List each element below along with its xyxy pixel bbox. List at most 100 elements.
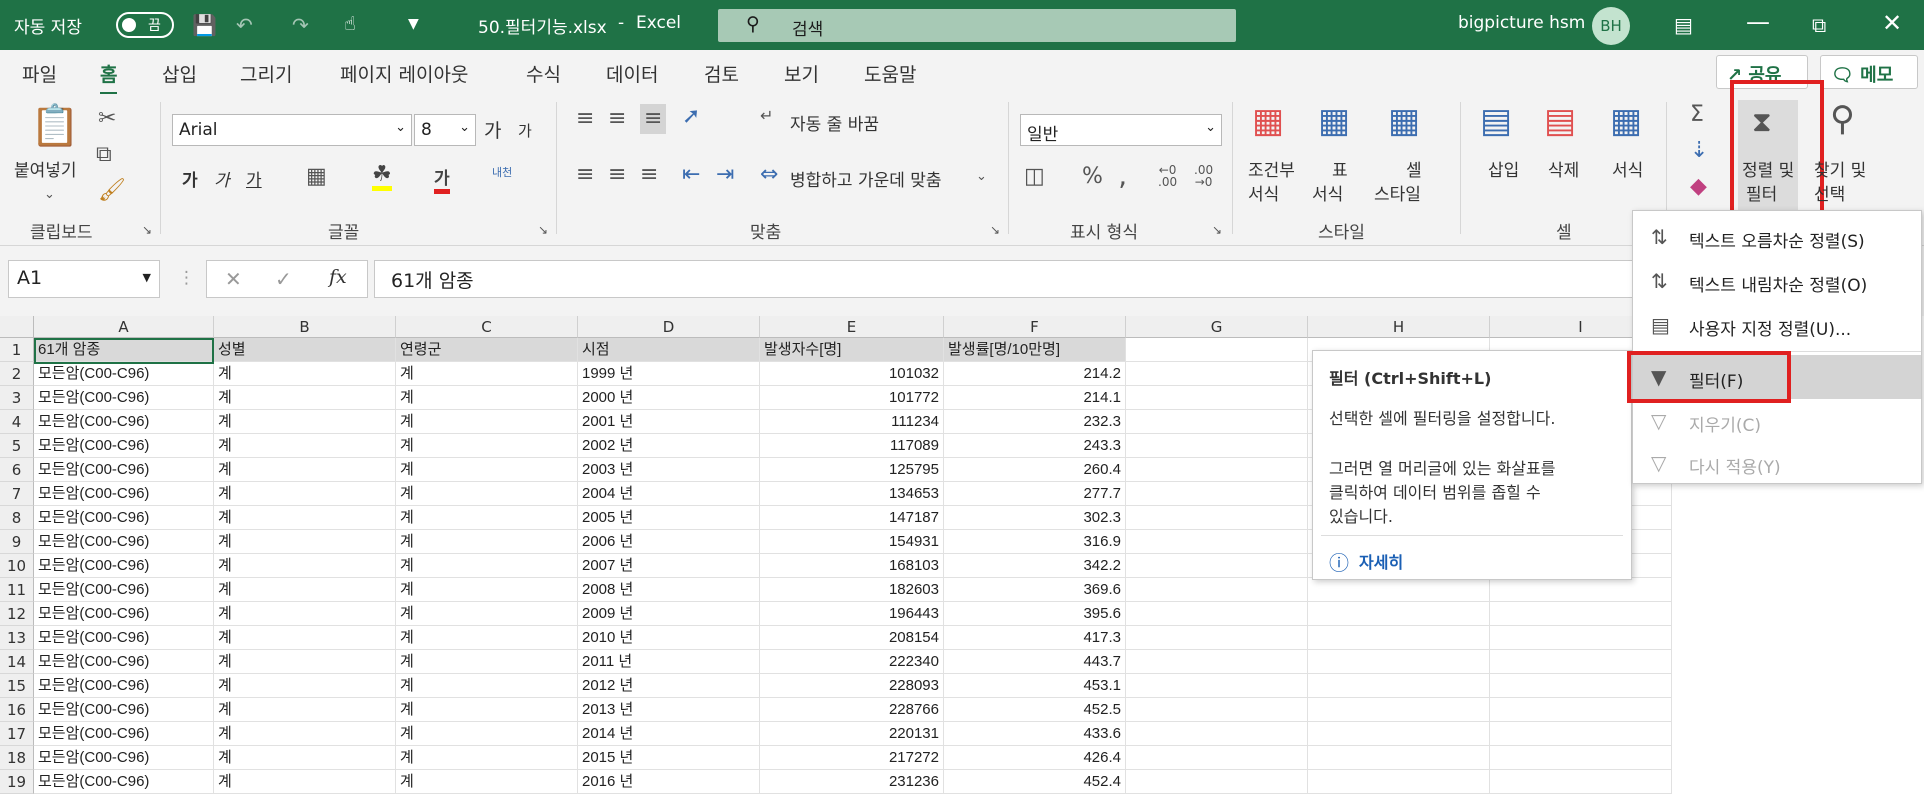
decrease-decimal-icon[interactable]: .00 →0 bbox=[1194, 164, 1213, 188]
table-cell[interactable]: 369.6 bbox=[944, 578, 1126, 602]
header-cell[interactable] bbox=[1126, 338, 1308, 362]
table-cell[interactable]: 계 bbox=[214, 386, 396, 410]
table-cell[interactable]: 452.5 bbox=[944, 698, 1126, 722]
table-cell[interactable]: 125795 bbox=[760, 458, 944, 482]
table-cell[interactable] bbox=[1490, 674, 1672, 698]
custom-sort-item[interactable]: ▤ 사용자 지정 정렬(U)... bbox=[1633, 303, 1921, 347]
row-header[interactable]: 17 bbox=[0, 722, 34, 746]
autosave-toggle[interactable]: 끔 bbox=[116, 12, 174, 38]
table-cell[interactable] bbox=[1490, 578, 1672, 602]
table-cell[interactable]: 모든암(C00-C96) bbox=[34, 362, 214, 386]
cell-styles-icon[interactable]: ▦ bbox=[1388, 104, 1420, 138]
table-cell[interactable]: 모든암(C00-C96) bbox=[34, 770, 214, 794]
search-box[interactable]: ⚲ 검색 bbox=[718, 9, 1236, 42]
tab-insert[interactable]: 삽입 bbox=[162, 60, 197, 87]
table-cell[interactable]: 426.4 bbox=[944, 746, 1126, 770]
border-icon[interactable]: ▦ bbox=[306, 166, 327, 188]
wrap-text-button[interactable]: 자동 줄 바꿈 bbox=[790, 110, 879, 135]
table-cell[interactable] bbox=[1126, 530, 1308, 554]
table-cell[interactable] bbox=[1126, 674, 1308, 698]
table-cell[interactable]: 계 bbox=[214, 434, 396, 458]
number-launcher-icon[interactable]: ↘ bbox=[1212, 224, 1222, 236]
copy-icon[interactable]: ⧉ bbox=[96, 144, 112, 166]
chevron-down-icon[interactable]: ⌄ bbox=[976, 170, 987, 183]
restore-icon[interactable]: ⧉ bbox=[1812, 13, 1826, 37]
table-cell[interactable]: 모든암(C00-C96) bbox=[34, 698, 214, 722]
bold-button[interactable]: 가 bbox=[182, 166, 198, 191]
table-cell[interactable]: 417.3 bbox=[944, 626, 1126, 650]
align-right-icon[interactable]: ≡ bbox=[640, 164, 658, 186]
row-header[interactable]: 5 bbox=[0, 434, 34, 458]
table-cell[interactable]: 계 bbox=[396, 530, 578, 554]
sort-descending-item[interactable]: ⇅ 텍스트 내림차순 정렬(O) bbox=[1633, 259, 1921, 303]
tab-data[interactable]: 데이터 bbox=[606, 60, 658, 87]
format-table-line1[interactable]: 표 bbox=[1332, 156, 1348, 181]
touch-mode-icon[interactable]: ☝ bbox=[344, 13, 356, 35]
save-icon[interactable]: 💾 bbox=[192, 13, 217, 37]
table-cell[interactable]: 260.4 bbox=[944, 458, 1126, 482]
table-cell[interactable] bbox=[1126, 554, 1308, 578]
align-center-icon[interactable]: ≡ bbox=[608, 164, 626, 186]
tab-file[interactable]: 파일 bbox=[22, 60, 57, 87]
table-cell[interactable]: 계 bbox=[214, 746, 396, 770]
increase-indent-icon[interactable]: ⇥ bbox=[716, 164, 734, 186]
table-cell[interactable]: 계 bbox=[396, 674, 578, 698]
table-cell[interactable]: 계 bbox=[396, 482, 578, 506]
align-top-icon[interactable]: ≡ bbox=[576, 108, 594, 130]
table-cell[interactable]: 계 bbox=[214, 578, 396, 602]
table-cell[interactable] bbox=[1490, 698, 1672, 722]
tab-formulas[interactable]: 수식 bbox=[526, 60, 561, 87]
table-cell[interactable] bbox=[1126, 386, 1308, 410]
table-cell[interactable]: 228093 bbox=[760, 674, 944, 698]
find-select-line1[interactable]: 찾기 및 bbox=[1814, 156, 1866, 181]
table-cell[interactable]: 모든암(C00-C96) bbox=[34, 722, 214, 746]
tell-me-more-link[interactable]: 자세히 bbox=[1359, 549, 1403, 573]
align-middle-icon[interactable]: ≡ bbox=[608, 108, 626, 130]
table-cell[interactable] bbox=[1126, 482, 1308, 506]
table-cell[interactable]: 계 bbox=[396, 506, 578, 530]
table-cell[interactable]: 2012 년 bbox=[578, 674, 760, 698]
table-cell[interactable]: 1999 년 bbox=[578, 362, 760, 386]
row-header[interactable]: 10 bbox=[0, 554, 34, 578]
table-cell[interactable]: 111234 bbox=[760, 410, 944, 434]
table-cell[interactable] bbox=[1308, 602, 1490, 626]
row-header[interactable]: 7 bbox=[0, 482, 34, 506]
table-cell[interactable] bbox=[1126, 650, 1308, 674]
table-cell[interactable]: 302.3 bbox=[944, 506, 1126, 530]
table-cell[interactable]: 계 bbox=[396, 362, 578, 386]
table-cell[interactable] bbox=[1126, 578, 1308, 602]
table-cell[interactable]: 395.6 bbox=[944, 602, 1126, 626]
table-cell[interactable]: 계 bbox=[214, 506, 396, 530]
format-painter-icon[interactable]: 🖌 bbox=[98, 180, 126, 202]
table-cell[interactable]: 계 bbox=[214, 650, 396, 674]
table-cell[interactable]: 2015 년 bbox=[578, 746, 760, 770]
table-cell[interactable]: 계 bbox=[396, 698, 578, 722]
delete-cells-button[interactable]: 삭제 bbox=[1548, 156, 1579, 181]
row-header[interactable]: 13 bbox=[0, 626, 34, 650]
header-cell[interactable]: 발생률[명/10만명] bbox=[944, 338, 1126, 362]
table-cell[interactable] bbox=[1126, 410, 1308, 434]
table-cell[interactable]: 316.9 bbox=[944, 530, 1126, 554]
row-header[interactable]: 18 bbox=[0, 746, 34, 770]
enter-icon[interactable]: ✓ bbox=[275, 267, 292, 291]
decrease-indent-icon[interactable]: ⇤ bbox=[682, 164, 700, 186]
table-cell[interactable]: 2000 년 bbox=[578, 386, 760, 410]
clear-icon[interactable]: ◆ bbox=[1690, 176, 1707, 198]
sort-ascending-item[interactable]: ⇅ 텍스트 오름차순 정렬(S) bbox=[1633, 215, 1921, 259]
table-cell[interactable]: 2011 년 bbox=[578, 650, 760, 674]
table-cell[interactable]: 계 bbox=[396, 626, 578, 650]
column-header[interactable]: F bbox=[944, 316, 1126, 338]
table-cell[interactable]: 277.7 bbox=[944, 482, 1126, 506]
conditional-format-icon[interactable]: ▦ bbox=[1252, 104, 1284, 138]
table-cell[interactable]: 217272 bbox=[760, 746, 944, 770]
customize-toolbar-icon[interactable]: ▼ bbox=[408, 16, 419, 32]
table-cell[interactable]: 101772 bbox=[760, 386, 944, 410]
font-launcher-icon[interactable]: ↘ bbox=[538, 224, 548, 236]
tab-review[interactable]: 검토 bbox=[704, 60, 739, 87]
close-icon[interactable]: ✕ bbox=[1882, 9, 1902, 37]
table-cell[interactable] bbox=[1126, 746, 1308, 770]
clear-filter-item[interactable]: ▽ 지우기(C) bbox=[1633, 399, 1921, 443]
table-cell[interactable] bbox=[1490, 650, 1672, 674]
table-cell[interactable]: 계 bbox=[214, 482, 396, 506]
table-cell[interactable]: 2006 년 bbox=[578, 530, 760, 554]
